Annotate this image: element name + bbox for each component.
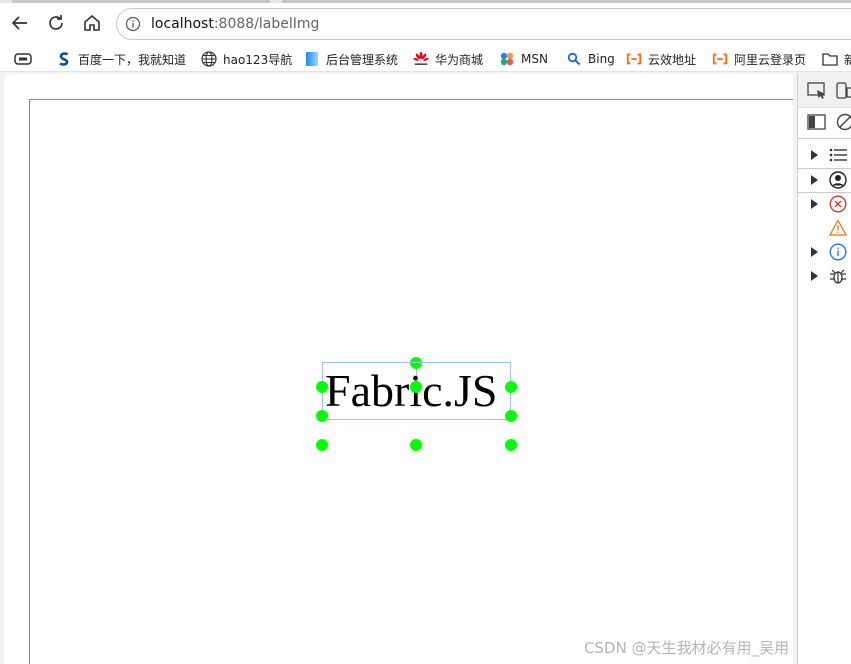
aliyun-icon: [626, 51, 642, 67]
bookmark-huawei[interactable]: 华为商城: [413, 49, 483, 69]
bookmark-manager-button[interactable]: [14, 49, 32, 69]
devtools-toolbar: [798, 74, 851, 108]
bookmark-admin[interactable]: 后台管理系统: [304, 49, 398, 69]
handle-bottom-right[interactable]: [505, 439, 517, 451]
url-path: :8088/labelImg: [213, 16, 320, 32]
expand-triangle-icon[interactable]: [811, 199, 818, 209]
handle-middle-right[interactable]: [505, 410, 517, 422]
app-icon: [304, 51, 320, 67]
console-sidebar-errors[interactable]: [798, 192, 851, 216]
reading-list-icon: [14, 53, 32, 65]
handle-bottom-left[interactable]: [316, 439, 328, 451]
home-icon: [84, 14, 100, 31]
site-info-icon[interactable]: [125, 16, 141, 32]
console-sidebar-info[interactable]: [798, 240, 851, 264]
handle-top-right[interactable]: [505, 381, 517, 393]
devtools-panel: [797, 74, 851, 664]
expand-triangle-icon[interactable]: [811, 271, 818, 281]
sidebar-toggle-icon[interactable]: [807, 113, 827, 131]
url-host: localhost: [151, 16, 214, 32]
console-sidebar-verbose[interactable]: [798, 264, 851, 288]
console-sidebar-warnings[interactable]: [798, 216, 851, 240]
bookmark-label: Bing: [588, 52, 615, 66]
devtools-divider: [798, 138, 851, 139]
expand-triangle-icon[interactable]: [811, 175, 818, 185]
error-icon: [829, 195, 847, 213]
page-viewport: Fabric.JS CSDN @天生我材必有用_吴用: [4, 74, 793, 664]
back-arrow-icon: [11, 16, 27, 30]
back-button[interactable]: [7, 10, 33, 36]
clear-console-icon[interactable]: [836, 113, 851, 131]
bug-icon: [830, 269, 846, 284]
browser-toolbar: localhost:8088/labelImg: [0, 0, 851, 46]
bookmark-bing[interactable]: Bing: [566, 49, 615, 69]
expand-triangle-icon[interactable]: [811, 150, 818, 160]
url-text: localhost:8088/labelImg: [151, 16, 319, 32]
console-sidebar-user-messages[interactable]: [798, 168, 851, 192]
handle-bottom-middle[interactable]: [410, 439, 422, 451]
warning-icon: [829, 219, 847, 236]
bookmark-label: 新: [844, 52, 851, 67]
bookmarks-bar: 百度一下，我就知道 hao123导航 后台管理系统 华为商城 MSN Bing …: [0, 46, 851, 72]
tab-other[interactable]: [282, 0, 851, 3]
msn-icon: [499, 51, 515, 67]
bookmark-yunxiao[interactable]: 云效地址: [626, 49, 696, 69]
fabric-canvas[interactable]: Fabric.JS: [29, 99, 793, 664]
bookmark-baidu[interactable]: 百度一下，我就知道: [56, 49, 186, 69]
bookmark-label: 云效地址: [648, 52, 697, 67]
reload-button[interactable]: [43, 10, 69, 36]
tab-strip: [0, 0, 851, 3]
watermark: CSDN @天生我材必有用_吴用: [583, 639, 789, 657]
handle-middle-left[interactable]: [316, 410, 328, 422]
handle-top-middle[interactable]: [410, 381, 422, 393]
user-icon: [829, 171, 847, 189]
bookmark-label: 华为商城: [435, 52, 484, 67]
huawei-icon: [413, 51, 429, 67]
expand-triangle-icon[interactable]: [811, 247, 818, 257]
bookmark-folder[interactable]: 新: [822, 49, 851, 69]
home-button[interactable]: [79, 10, 105, 36]
console-sidebar-messages[interactable]: [798, 143, 851, 167]
bookmark-label: 百度一下，我就知道: [78, 52, 187, 67]
search-icon: [566, 51, 582, 67]
folder-icon: [822, 51, 838, 67]
tab-active[interactable]: [12, 0, 270, 3]
globe-icon: [201, 51, 217, 67]
bookmark-hao123[interactable]: hao123导航: [201, 49, 292, 69]
device-toolbar-icon[interactable]: [836, 82, 851, 100]
bookmark-aliyun-login[interactable]: 阿里云登录页: [712, 49, 806, 69]
bookmark-label: 阿里云登录页: [734, 52, 807, 67]
info-icon: [829, 243, 847, 261]
bookmark-label: MSN: [521, 52, 548, 66]
inspect-element-icon[interactable]: [807, 82, 827, 100]
list-icon: [829, 148, 847, 162]
aliyun-icon: [712, 51, 728, 67]
address-bar[interactable]: localhost:8088/labelImg: [116, 8, 851, 40]
bookmark-msn[interactable]: MSN: [499, 49, 548, 69]
baidu-icon: [56, 51, 72, 67]
bookmark-label: 后台管理系统: [326, 52, 399, 67]
bookmark-label: hao123导航: [223, 52, 293, 67]
handle-top-left[interactable]: [316, 381, 328, 393]
reload-icon: [49, 15, 63, 30]
